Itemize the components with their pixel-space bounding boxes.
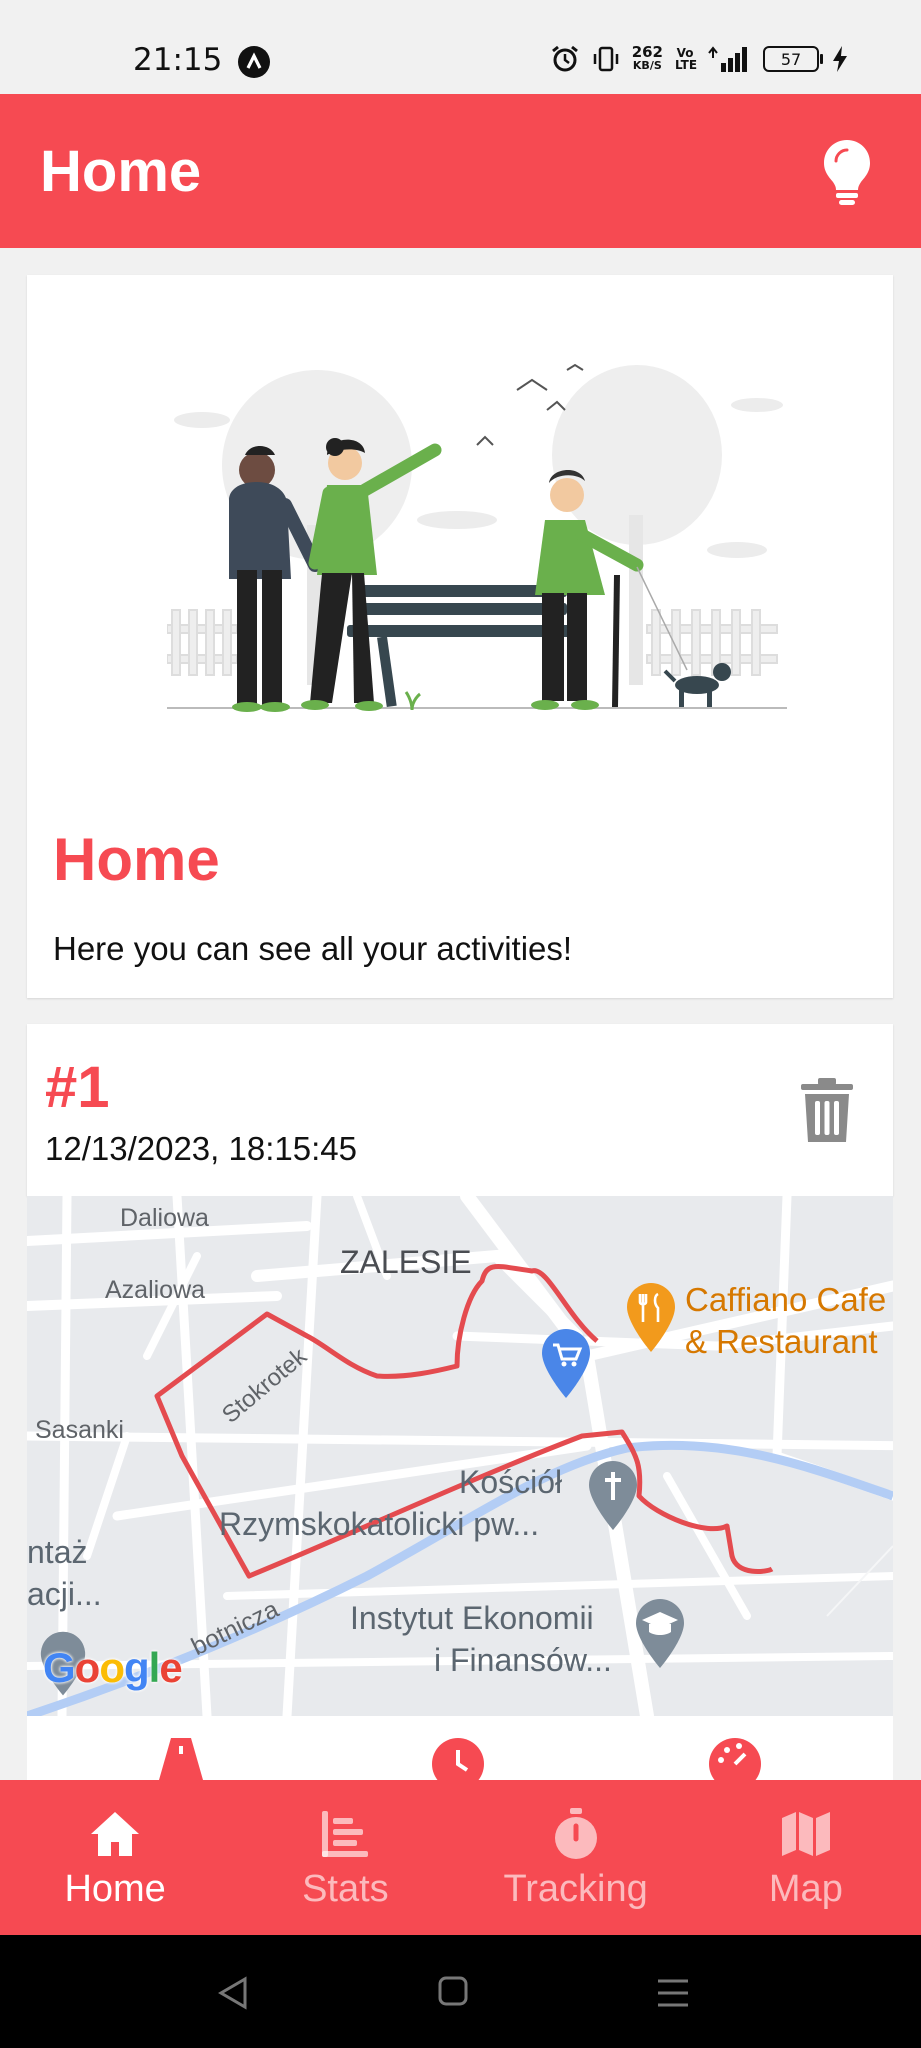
nav-home-label: Home [64, 1868, 166, 1910]
church-icon[interactable] [587, 1460, 639, 1532]
district-label-zalesie: ZALESIE [340, 1244, 472, 1280]
nav-tracking-label: Tracking [503, 1868, 648, 1910]
status-bar: 21:15 262 KB/S Vo LTE 57 [0, 0, 921, 94]
nav-stats-label: Stats [302, 1868, 389, 1910]
street-label-daliowa: Daliowa [120, 1204, 209, 1232]
home-icon [91, 1812, 140, 1856]
activity-stats-row [27, 1716, 893, 1780]
google-logo: Google [43, 1644, 183, 1691]
status-icons: 262 KB/S Vo LTE 57 [550, 44, 849, 74]
restaurant-icon[interactable] [625, 1282, 677, 1354]
stopwatch-icon [554, 1808, 597, 1859]
graduation-cap-icon[interactable] [634, 1598, 686, 1670]
recents-icon[interactable] [655, 1975, 691, 2011]
home-button-icon[interactable] [437, 1975, 469, 2007]
back-icon[interactable] [215, 1975, 251, 2011]
park-illustration [167, 363, 787, 712]
alarm-icon [551, 45, 578, 72]
activity-card[interactable]: #1 12/13/2023, 18:15:45 [27, 1024, 893, 1196]
lightbulb-icon[interactable] [821, 138, 873, 206]
hero-title: Home [53, 826, 220, 893]
poi-caffiano-line2: & Restaurant [685, 1323, 878, 1360]
street-label-sasanki: Sasanki [35, 1416, 124, 1444]
charging-icon [833, 46, 847, 72]
nav-map-label: Map [768, 1868, 843, 1910]
app-bar: Home [0, 94, 921, 248]
bottom-navigation: Home Stats Tracking Map [0, 1780, 921, 1935]
system-navigation-bar [0, 1935, 921, 2048]
app-notification-icon [238, 46, 270, 78]
activity-date: 12/13/2023, 18:15:45 [45, 1130, 357, 1167]
nav-map[interactable]: Map [691, 1780, 921, 1935]
status-time: 21:15 [133, 42, 223, 78]
poi-left-line2: acji... [27, 1576, 102, 1612]
poi-church-line1: Kościół [459, 1464, 563, 1500]
poi-church-line2: Rzymskokatolicki pw... [219, 1506, 540, 1542]
poi-institute-line1: Instytut Ekonomii [350, 1600, 594, 1636]
nav-tracking[interactable]: Tracking [461, 1780, 691, 1935]
distance-icon [159, 1738, 203, 1780]
network-speed: 262 KB/S [631, 43, 663, 73]
map-icon [781, 1812, 830, 1856]
shopping-cart-icon[interactable] [540, 1328, 592, 1400]
street-label-azaliowa: Azaliowa [105, 1276, 206, 1304]
poi-left-line1: ntaż [27, 1534, 88, 1570]
speedometer-icon [709, 1738, 761, 1780]
activity-number: #1 [45, 1055, 110, 1120]
trash-icon[interactable] [799, 1078, 855, 1144]
route-map[interactable]: Daliowa Azaliowa ZALESIE Sasanki Stokrot… [27, 1196, 893, 1716]
battery-indicator: 57 [763, 46, 823, 72]
nav-stats[interactable]: Stats [230, 1780, 460, 1935]
hero-subtitle: Here you can see all your activities! [53, 930, 573, 967]
clock-icon [432, 1738, 484, 1780]
poi-institute-line2: i Finansów... [434, 1642, 612, 1678]
welcome-card: Home Here you can see all your activitie… [27, 275, 893, 998]
signal-icon [708, 46, 747, 72]
nav-home[interactable]: Home [0, 1780, 230, 1935]
poi-caffiano-line1: Caffiano Cafe [685, 1281, 887, 1318]
page-title: Home [40, 139, 202, 204]
vibrate-icon [593, 46, 618, 72]
stats-icon [322, 1811, 369, 1857]
volte-indicator: Vo LTE [675, 46, 698, 72]
